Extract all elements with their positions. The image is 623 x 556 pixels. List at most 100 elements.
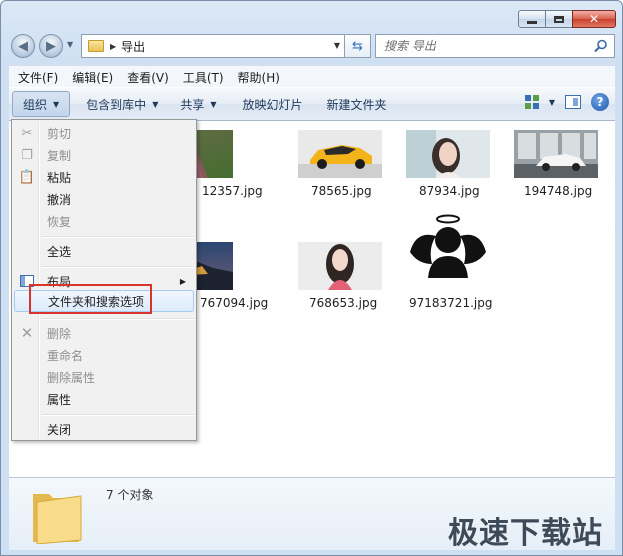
view-options-icon	[524, 95, 541, 109]
recent-pages-dropdown[interactable]: ▼	[67, 40, 73, 49]
folder-icon	[33, 494, 82, 544]
minimize-button[interactable]	[518, 10, 546, 28]
file-name-label[interactable]: 767094.jpg	[200, 296, 268, 310]
slideshow-label: 放映幻灯片	[242, 97, 303, 112]
close-icon: ✕	[588, 12, 600, 26]
menu-separator	[42, 318, 194, 320]
menu-view[interactable]: 查看(V)	[122, 69, 174, 86]
breadcrumb-current-folder[interactable]: 导出	[121, 38, 145, 55]
menu-item-label: 恢复	[47, 214, 72, 229]
breadcrumb-arrow-icon[interactable]: ▶	[110, 42, 116, 51]
chevron-down-icon: ▼	[152, 99, 159, 109]
menu-item-label: 删除属性	[47, 370, 96, 385]
forward-button[interactable]: ▶	[39, 34, 63, 58]
close-button[interactable]: ✕	[572, 10, 616, 28]
submenu-arrow-icon: ▶	[179, 276, 186, 286]
menu-item-label: 重命名	[47, 348, 84, 363]
menu-item-paste[interactable]: 📋 粘贴	[14, 166, 194, 188]
highlight-annotation-box	[29, 284, 152, 314]
menu-help[interactable]: 帮助(H)	[233, 69, 285, 86]
caption-buttons: ✕	[518, 10, 616, 28]
thumbnail-angel-avatar[interactable]	[406, 208, 490, 292]
chevron-down-icon: ▼	[548, 97, 555, 107]
menu-separator	[42, 266, 194, 268]
address-dropdown-icon[interactable]: ▼	[334, 41, 340, 50]
minimize-icon	[527, 20, 537, 24]
maximize-icon	[554, 15, 564, 23]
command-bar: 组织 ▼ 包含到库中 ▼ 共享 ▼ 放映幻灯片 新建文件夹 ▼ ?	[9, 87, 615, 121]
new-folder-label: 新建文件夹	[326, 97, 387, 112]
arrow-left-icon: ◀	[18, 38, 28, 54]
search-box[interactable]	[375, 34, 615, 58]
thumbnail-yellow-car[interactable]	[298, 130, 382, 178]
menu-item-delete[interactable]: ✕ 删除	[14, 322, 194, 344]
menu-item-remove-properties[interactable]: 删除属性	[14, 366, 194, 388]
menu-item-redo[interactable]: 恢复	[14, 210, 194, 232]
copy-icon: ❐	[21, 147, 33, 163]
new-folder-button[interactable]: 新建文件夹	[319, 91, 395, 117]
clipboard-icon: 📋	[18, 169, 36, 185]
include-library-label: 包含到库中	[86, 97, 147, 112]
organize-button[interactable]: 组织 ▼	[12, 91, 71, 117]
change-view-button[interactable]: ▼	[524, 95, 555, 109]
maximize-button[interactable]	[545, 10, 573, 28]
organize-menu: ✂ 剪切 ❐ 复制 📋 粘贴 撤消 恢复 全选 布局 ▶ 文件夹和搜索选项 ✕ …	[11, 119, 197, 441]
chevron-down-icon: ▼	[53, 99, 60, 109]
explorer-window: ✕ ◀ ▶ ▼ ▶ 导出 ▼ ⇆ 文件(F) 编辑(E) 查看(V) 工具(T)…	[0, 0, 623, 556]
menu-item-cut[interactable]: ✂ 剪切	[14, 122, 194, 144]
slideshow-button[interactable]: 放映幻灯片	[235, 91, 311, 117]
include-in-library-button[interactable]: 包含到库中 ▼	[78, 91, 166, 117]
menu-item-select-all[interactable]: 全选	[14, 240, 194, 262]
chevron-down-icon: ▼	[210, 99, 217, 109]
menu-item-label: 剪切	[47, 126, 72, 141]
help-icon[interactable]: ?	[591, 93, 609, 111]
arrow-right-icon: ▶	[46, 38, 56, 54]
address-bar[interactable]: ▶ 导出 ▼	[81, 34, 345, 58]
details-pane: 7 个对象 极速下载站	[9, 477, 615, 551]
refresh-icon: ⇆	[352, 38, 363, 54]
menu-item-undo[interactable]: 撤消	[14, 188, 194, 210]
menu-item-label: 撤消	[47, 192, 72, 207]
menu-item-label: 删除	[47, 326, 72, 341]
menu-edit[interactable]: 编辑(E)	[67, 69, 118, 86]
file-name-label[interactable]: 87934.jpg	[419, 184, 480, 198]
menu-tools[interactable]: 工具(T)	[178, 69, 229, 86]
file-name-label[interactable]: 12357.jpg	[202, 184, 263, 198]
menu-bar: 文件(F) 编辑(E) 查看(V) 工具(T) 帮助(H)	[9, 65, 615, 88]
back-button[interactable]: ◀	[11, 34, 35, 58]
scissors-icon: ✂	[21, 125, 33, 141]
thumbnail-portrait[interactable]	[406, 130, 490, 178]
menu-item-properties[interactable]: 属性	[14, 388, 194, 410]
item-count-text: 7 个对象	[106, 488, 154, 502]
watermark-text: 极速下载站	[448, 516, 603, 551]
file-list-area[interactable]: 12357.jpg 78565.jpg 87934.jpg 194748.jpg…	[128, 121, 615, 477]
refresh-button[interactable]: ⇆	[345, 34, 371, 58]
folder-icon	[88, 40, 104, 52]
menu-item-rename[interactable]: 重命名	[14, 344, 194, 366]
thumbnail-white-car[interactable]	[514, 130, 598, 178]
organize-label: 组织	[23, 97, 48, 112]
preview-pane-icon[interactable]	[565, 95, 581, 109]
menu-item-label: 全选	[47, 244, 72, 259]
file-name-label[interactable]: 768653.jpg	[309, 296, 377, 310]
file-name-label[interactable]: 194748.jpg	[524, 184, 592, 198]
thumbnail-portrait-2[interactable]	[298, 242, 382, 290]
menu-item-label: 关闭	[47, 422, 72, 437]
menu-separator	[42, 236, 194, 238]
search-icon[interactable]	[593, 38, 609, 54]
delete-x-icon: ✕	[20, 324, 34, 342]
search-input[interactable]	[384, 39, 584, 53]
menu-item-label: 属性	[47, 392, 72, 407]
menu-item-label: 复制	[47, 148, 72, 163]
navigation-row: ◀ ▶ ▼ ▶ 导出 ▼ ⇆	[9, 33, 615, 61]
file-name-label[interactable]: 78565.jpg	[311, 184, 372, 198]
file-name-label[interactable]: 97183721.jpg	[409, 296, 492, 310]
share-label: 共享	[180, 97, 205, 112]
menu-item-copy[interactable]: ❐ 复制	[14, 144, 194, 166]
menu-file[interactable]: 文件(F)	[13, 69, 63, 86]
menu-separator	[42, 414, 194, 416]
share-button[interactable]: 共享 ▼	[172, 91, 224, 117]
toolbar-right-group: ▼ ?	[524, 93, 609, 111]
menu-item-label: 粘贴	[47, 170, 72, 185]
menu-item-close[interactable]: 关闭	[14, 418, 194, 440]
